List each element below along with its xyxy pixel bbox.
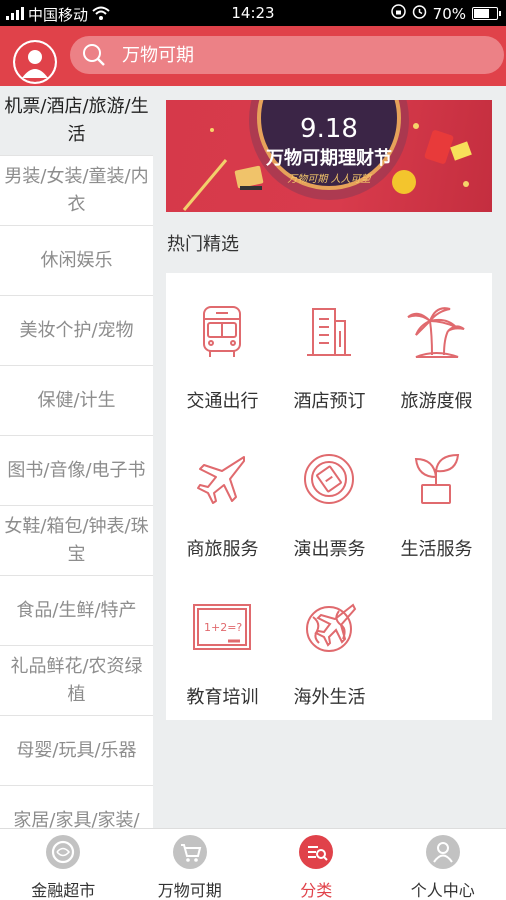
category-hotel[interactable]: 酒店预订 xyxy=(275,273,384,421)
blackboard-text: 1+2=? xyxy=(204,621,242,634)
header xyxy=(0,26,506,86)
category-transport[interactable]: 交通出行 xyxy=(168,273,277,421)
battery-text: 70% xyxy=(432,4,466,23)
sidebar-item-leisure[interactable]: 休闲娱乐 xyxy=(0,226,153,296)
category-label: 教育培训 xyxy=(186,687,259,708)
category-tickets[interactable]: 演出票务 xyxy=(275,421,384,569)
sidebar-item-clothing[interactable]: 男装/女装/童装/内衣 xyxy=(0,156,153,226)
category-label: 演出票务 xyxy=(293,539,366,560)
sidebar-item-home[interactable]: 家居/家具/家装/ xyxy=(0,786,153,828)
sidebar-item-beauty-pets[interactable]: 美妆个护/宠物 xyxy=(0,296,153,366)
tab-category[interactable]: 分类 xyxy=(253,829,380,900)
category-sidebar: 机票/酒店/旅游/生活 男装/女装/童装/内衣 休闲娱乐 美妆个护/宠物 保健/… xyxy=(0,86,153,828)
sidebar-item-health[interactable]: 保健/计生 xyxy=(0,366,153,436)
sidebar-item-food[interactable]: 食品/生鲜/特产 xyxy=(0,576,153,646)
globe-plane-icon xyxy=(306,603,357,652)
search-bar[interactable] xyxy=(70,36,504,74)
search-icon xyxy=(82,43,106,67)
search-input[interactable] xyxy=(122,44,442,66)
tab-label: 万物可期 xyxy=(157,881,222,900)
user-avatar-icon[interactable] xyxy=(13,40,57,84)
category-label: 旅游度假 xyxy=(400,391,473,412)
section-title: 热门精选 xyxy=(167,234,239,255)
category-label: 商旅服务 xyxy=(186,539,259,560)
lock-rotation-icon xyxy=(390,4,406,23)
cart-icon xyxy=(172,835,207,869)
finance-icon xyxy=(46,835,80,869)
palm-tree-icon xyxy=(407,307,465,358)
ticket-icon xyxy=(304,454,354,504)
category-overseas[interactable]: 海外生活 xyxy=(275,569,384,717)
category-grid: 交通出行 酒店预订 旅游度假 商旅服务 演出票务 生活服务 1+2=? 教育培训… xyxy=(166,273,492,720)
category-vacation[interactable]: 旅游度假 xyxy=(382,273,491,421)
banner-subtitle: 万物可期 人人可望 xyxy=(287,174,371,185)
banner-title: 万物可期理财节 xyxy=(266,148,392,169)
promo-banner[interactable]: 9.18 万物可期理财节 万物可期 人人可望 xyxy=(166,100,492,212)
category-label: 海外生活 xyxy=(293,687,366,708)
tab-finance-market[interactable]: 金融超市 xyxy=(0,829,127,900)
alarm-icon xyxy=(412,4,427,23)
sidebar-item-books[interactable]: 图书/音像/电子书 xyxy=(0,436,153,506)
hotel-icon xyxy=(307,308,351,356)
blackboard-icon: 1+2=? xyxy=(193,604,251,650)
bus-icon xyxy=(203,306,241,357)
tab-label: 个人中心 xyxy=(410,881,475,900)
sidebar-item-gifts-plants[interactable]: 礼品鲜花/农资绿植 xyxy=(0,646,153,716)
category-business-travel[interactable]: 商旅服务 xyxy=(168,421,277,569)
tab-profile[interactable]: 个人中心 xyxy=(380,829,506,900)
category-life-service[interactable]: 生活服务 xyxy=(382,421,491,569)
sidebar-item-travel-life[interactable]: 机票/酒店/旅游/生活 xyxy=(0,86,153,156)
category-label: 酒店预订 xyxy=(293,391,366,412)
tab-wanwu[interactable]: 万物可期 xyxy=(127,829,254,900)
airplane-icon xyxy=(197,456,245,504)
person-icon xyxy=(425,835,460,869)
plant-icon xyxy=(414,453,460,504)
bottom-tab-bar: 金融超市 万物可期 分类 个人中心 xyxy=(0,828,506,900)
banner-date: 9.18 xyxy=(300,114,358,144)
tab-label: 分类 xyxy=(300,881,333,900)
sidebar-item-baby-toys[interactable]: 母婴/玩具/乐器 xyxy=(0,716,153,786)
category-label: 交通出行 xyxy=(186,391,259,412)
sidebar-item-shoes-bags[interactable]: 女鞋/箱包/钟表/珠宝 xyxy=(0,506,153,576)
category-label: 生活服务 xyxy=(400,539,473,560)
category-icon xyxy=(299,835,333,869)
battery-icon xyxy=(472,7,501,20)
category-education[interactable]: 1+2=? 教育培训 xyxy=(168,569,277,717)
tab-label: 金融超市 xyxy=(31,881,96,900)
status-bar: 中国移动 14:23 70% xyxy=(0,0,506,26)
